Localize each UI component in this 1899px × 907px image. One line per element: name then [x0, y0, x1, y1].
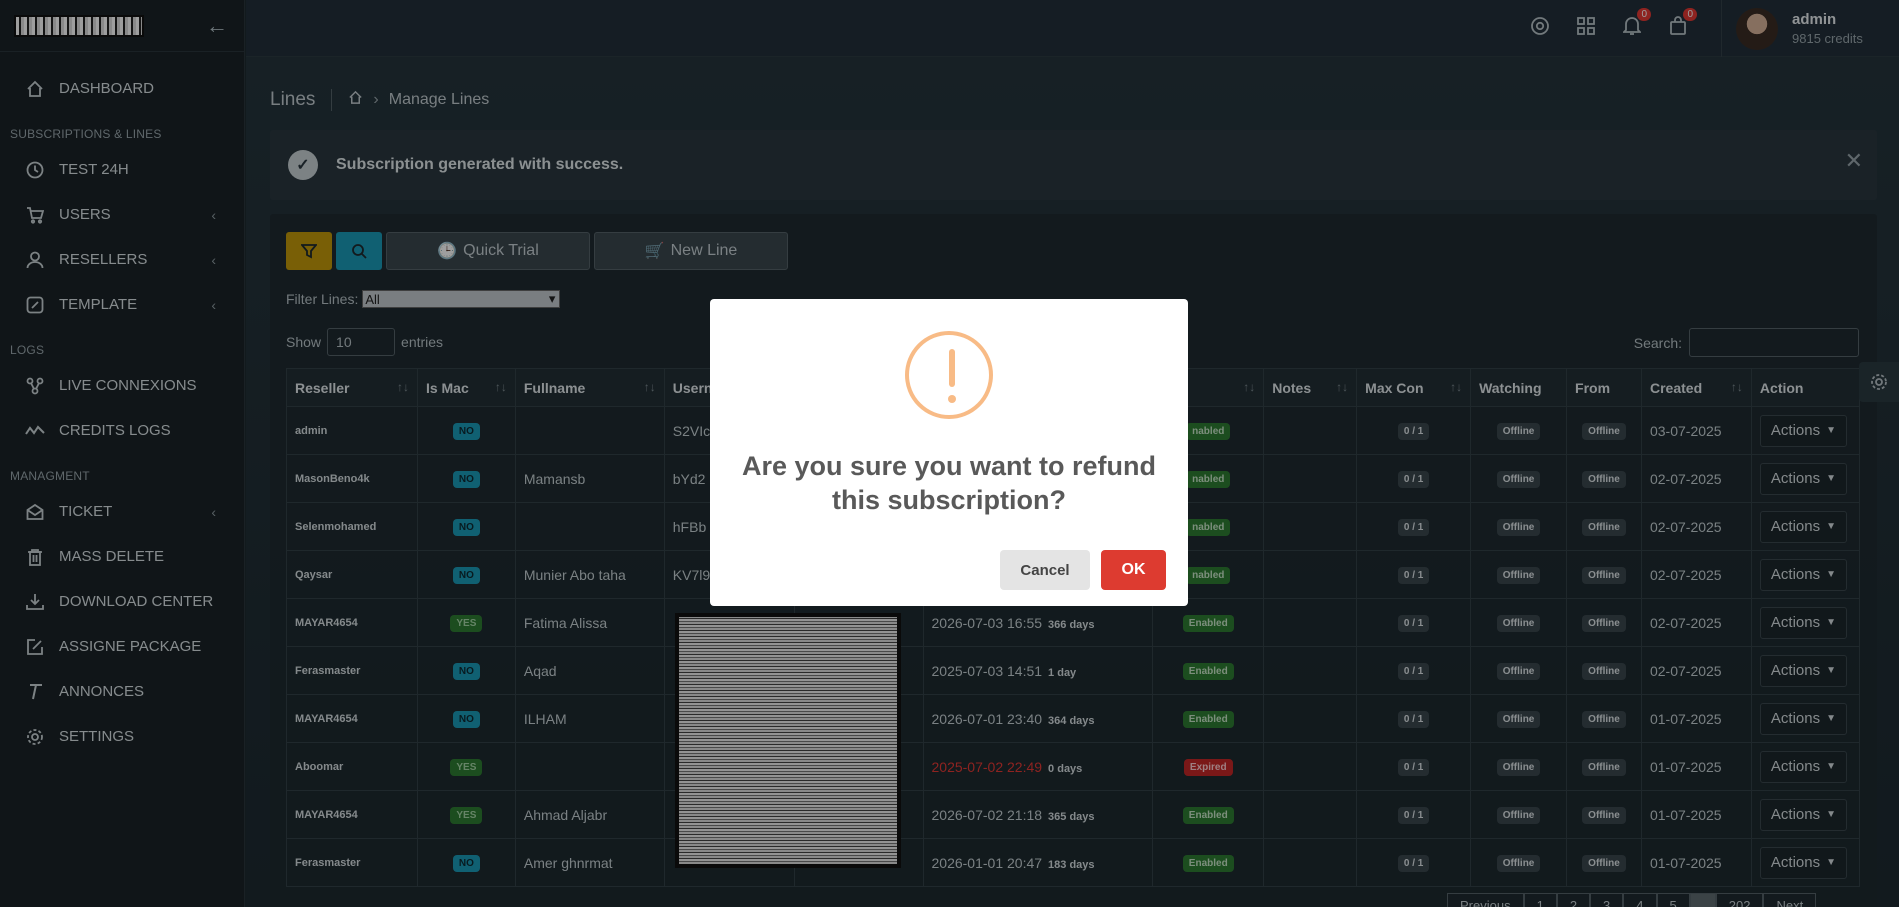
confirm-dialog: Are you sure you want to refund this sub…: [710, 299, 1188, 606]
cancel-button[interactable]: Cancel: [1000, 550, 1090, 590]
ok-button[interactable]: OK: [1101, 550, 1166, 590]
dialog-title: Are you sure you want to refund this sub…: [741, 451, 1157, 515]
warning-icon: [905, 331, 993, 419]
